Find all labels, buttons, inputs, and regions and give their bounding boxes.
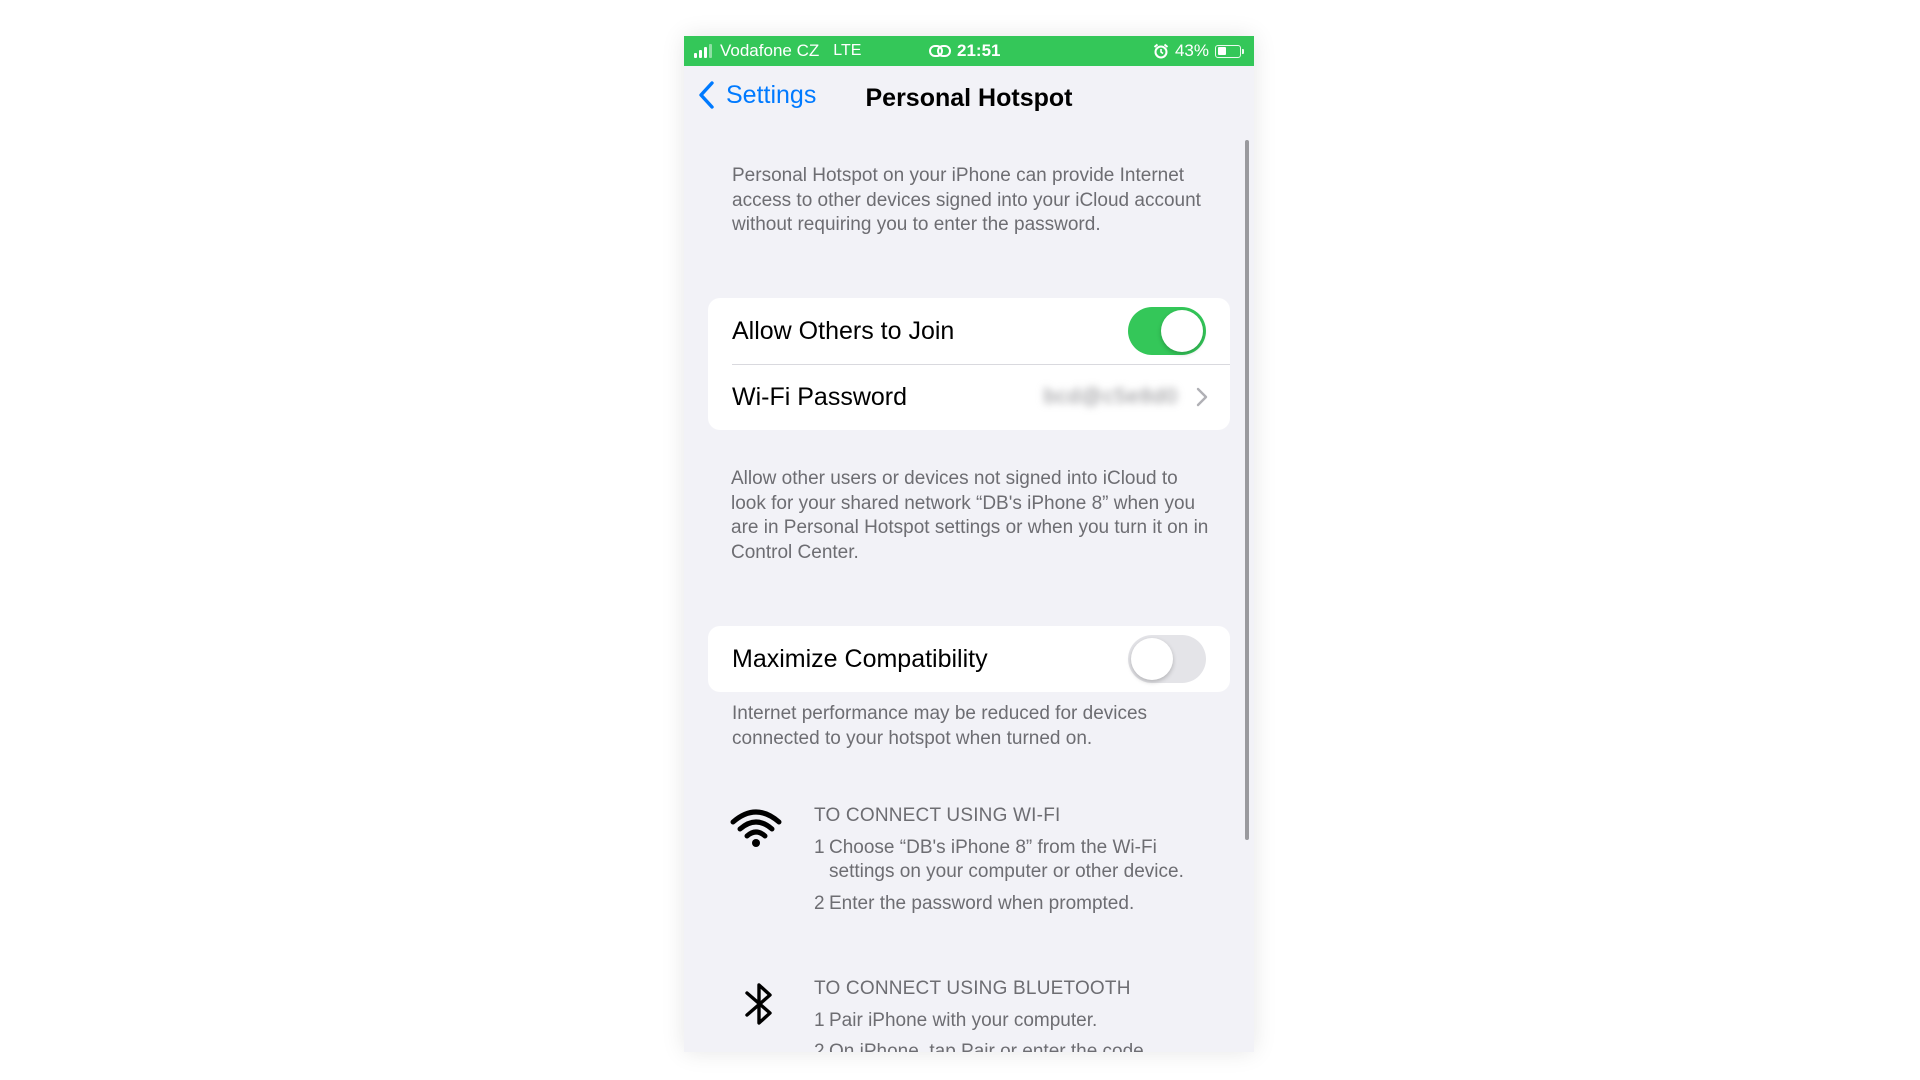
bluetooth-instructions-header: TO CONNECT USING BLUETOOTH: [814, 978, 1131, 999]
compatibility-description: Internet performance may be reduced for …: [732, 703, 1148, 749]
status-bar: Vodafone CZ LTE 21:51 43%: [684, 36, 1254, 66]
bluetooth-instructions: TO CONNECT USING BLUETOOTH 1 Pair iPhone…: [814, 977, 1214, 1052]
battery-percent: 43%: [1174, 41, 1209, 60]
intro-description: Personal Hotspot on your iPhone can prov…: [732, 165, 1201, 235]
status-right: 43%: [1153, 41, 1244, 61]
maximize-compatibility-row[interactable]: Maximize Compatibility: [708, 626, 1230, 692]
compatibility-group: Maximize Compatibility: [708, 626, 1230, 692]
page-title: Personal Hotspot: [865, 84, 1073, 112]
network-type: LTE: [833, 42, 862, 59]
wifi-password-label: Wi-Fi Password: [732, 382, 908, 411]
scrollbar[interactable]: [1245, 140, 1249, 840]
step-text: On iPhone, tap Pair or enter the code: [829, 1041, 1144, 1052]
maximize-compatibility-toggle[interactable]: [1128, 635, 1206, 683]
status-center: 21:51: [929, 41, 1000, 61]
wifi-step: 1 Choose “DB's iPhone 8” from the Wi-Fi …: [814, 836, 1214, 885]
wifi-password-value: bcd@c5e8d0: [1043, 385, 1178, 408]
phone-screen: Vodafone CZ LTE 21:51 43% Settings Perso…: [684, 36, 1254, 1052]
step-text: Pair iPhone with your computer.: [829, 1009, 1098, 1031]
signal-icon: [694, 44, 714, 58]
status-time: 21:51: [957, 41, 1001, 60]
wifi-icon: [730, 809, 782, 847]
step-number: 1: [814, 836, 825, 858]
battery-icon: [1215, 44, 1244, 58]
wifi-instructions-header: TO CONNECT USING WI-FI: [814, 805, 1061, 826]
maximize-compatibility-label: Maximize Compatibility: [732, 644, 988, 673]
step-number: 1: [814, 1009, 825, 1031]
step-number: 2: [814, 892, 825, 914]
bluetooth-step: 1 Pair iPhone with your computer.: [814, 1009, 1214, 1034]
status-left: Vodafone CZ LTE: [694, 41, 861, 61]
allow-others-row[interactable]: Allow Others to Join: [708, 298, 1230, 364]
hotspot-link-icon: [929, 45, 951, 57]
allow-others-label: Allow Others to Join: [732, 316, 955, 345]
alarm-icon: [1153, 43, 1169, 59]
wifi-step: 2 Enter the password when prompted.: [814, 892, 1214, 917]
step-text: Enter the password when prompted.: [829, 892, 1135, 914]
allow-others-description: Allow other users or devices not signed …: [731, 468, 1209, 563]
wifi-password-row[interactable]: Wi-Fi Password bcd@c5e8d0: [708, 364, 1230, 430]
chevron-right-icon: [1196, 387, 1208, 407]
bluetooth-icon: [745, 983, 772, 1025]
step-text: Choose “DB's iPhone 8” from the Wi-Fi se…: [829, 836, 1184, 883]
step-number: 2: [814, 1041, 825, 1052]
wifi-instructions: TO CONNECT USING WI-FI 1 Choose “DB's iP…: [814, 804, 1214, 923]
navigation-bar: Settings Personal Hotspot: [684, 66, 1254, 130]
hotspot-settings-group: Allow Others to Join Wi-Fi Password bcd@…: [708, 298, 1230, 430]
carrier-name: Vodafone CZ: [720, 41, 820, 60]
allow-others-toggle[interactable]: [1128, 307, 1206, 355]
bluetooth-step: 2 On iPhone, tap Pair or enter the code: [814, 1040, 1214, 1052]
